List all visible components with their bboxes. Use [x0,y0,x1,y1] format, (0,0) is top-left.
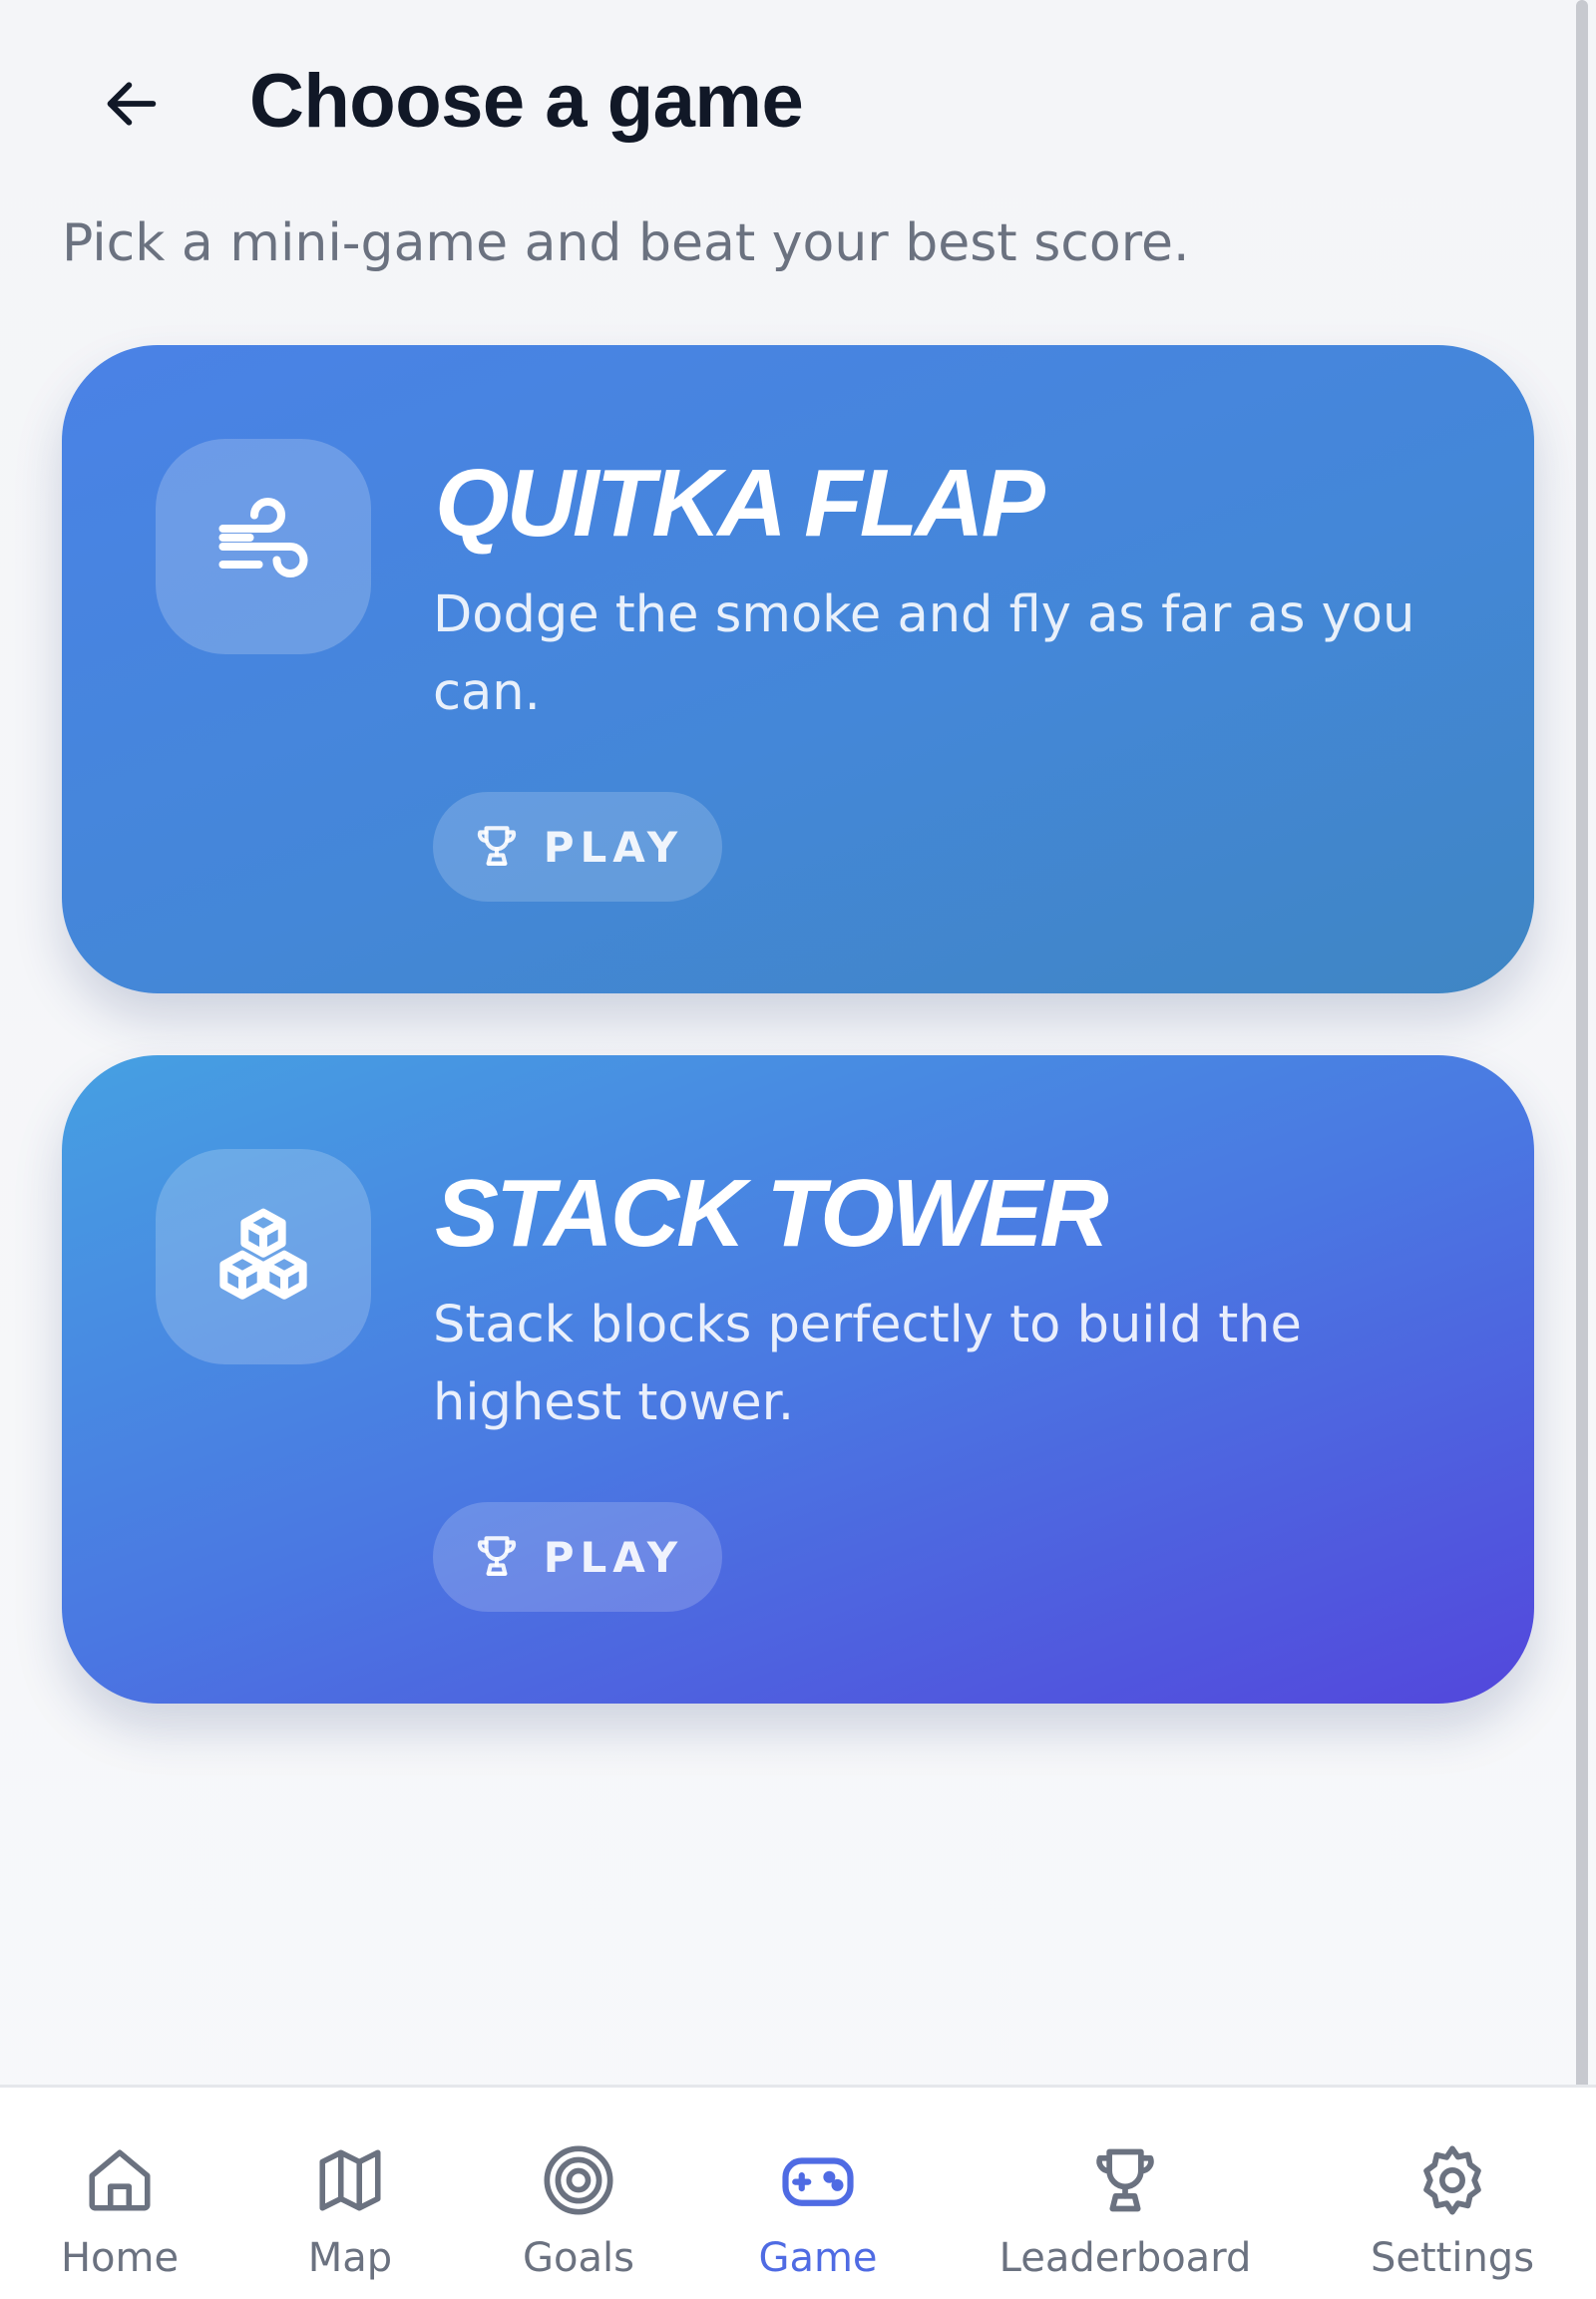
game-card-stack-tower[interactable]: STACK TOWER Stack blocks perfectly to bu… [62,1055,1534,1704]
map-icon [311,2141,389,2219]
nav-label: Settings [1370,2235,1535,2281]
nav-label: Goals [523,2235,634,2281]
game-title: STACK TOWER [435,1160,1109,1267]
arrow-left-icon [100,72,164,141]
play-button[interactable]: PLAY [433,792,722,902]
trophy-icon [472,820,522,875]
game-card-quitka-flap[interactable]: QUITKA FLAP Dodge the smoke and fly as f… [62,345,1534,993]
wind-icon [156,439,371,654]
game-title: QUITKA FLAP [435,450,1045,557]
play-button-label: PLAY [543,1532,684,1582]
nav-item-settings[interactable]: Settings [1323,2088,1582,2299]
nav-item-home[interactable]: Home [0,2088,249,2299]
nav-label: Leaderboard [998,2235,1252,2281]
gamepad-icon [779,2141,857,2219]
trophy-icon [1086,2141,1164,2219]
page-title: Choose a game [249,59,804,144]
scrollbar[interactable] [1576,0,1588,2105]
game-description: Dodge the smoke and fly as far as you ca… [433,585,1415,722]
play-button-label: PLAY [543,822,684,872]
game-description: Stack blocks perfectly to build the high… [433,1296,1302,1432]
nav-item-goals[interactable]: Goals [449,2088,708,2299]
bottom-nav: Home Map Goals Game Leaderboard Settings [0,2085,1596,2299]
nav-item-map[interactable]: Map [220,2088,480,2299]
cubes-icon [156,1149,371,1364]
header: Choose a game [0,0,1596,219]
nav-label: Home [60,2235,180,2281]
page-subtitle: Pick a mini-game and beat your best scor… [62,213,1190,273]
target-icon [540,2141,617,2219]
trophy-icon [472,1530,522,1585]
gear-icon [1413,2141,1491,2219]
play-button[interactable]: PLAY [433,1502,722,1612]
nav-item-game[interactable]: Game [688,2088,948,2299]
nav-item-leaderboard[interactable]: Leaderboard [996,2088,1255,2299]
home-icon [81,2141,159,2219]
nav-label: Game [758,2235,878,2281]
back-button[interactable] [92,66,172,146]
game-selection-screen: Choose a game Pick a mini-game and beat … [0,0,1596,2299]
nav-label: Map [307,2235,393,2281]
